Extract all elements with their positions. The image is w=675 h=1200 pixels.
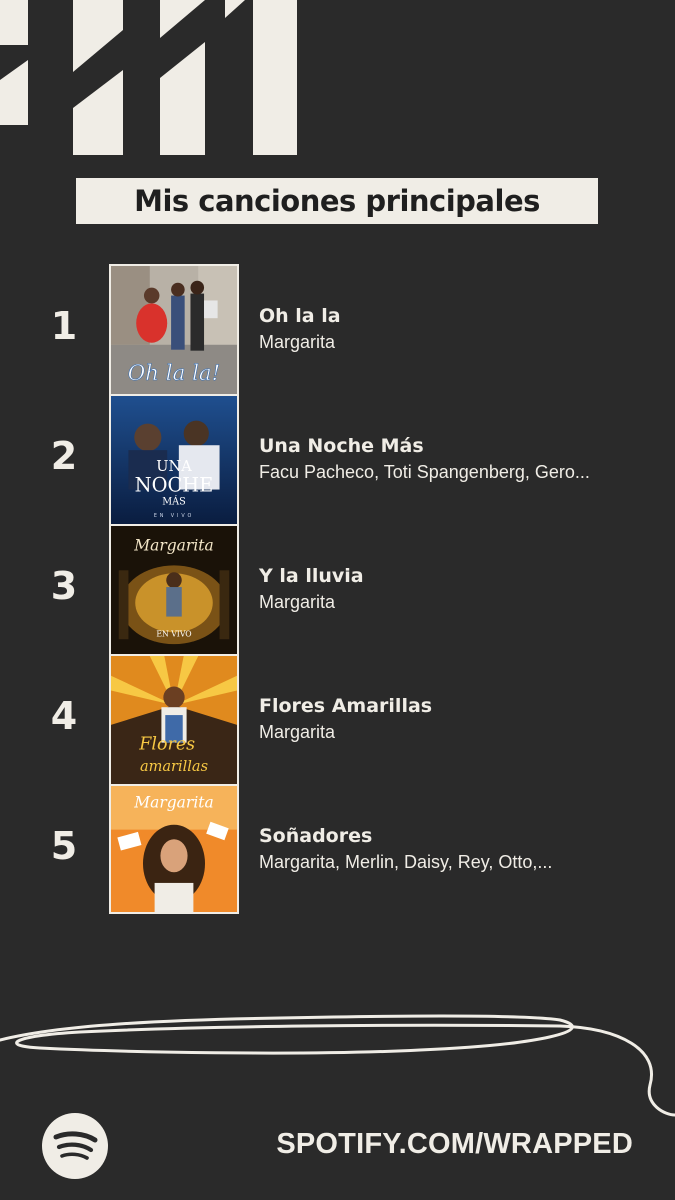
cover-text: amarillas: [140, 758, 209, 775]
cover-text: Margarita: [133, 535, 214, 554]
song-artist: Margarita: [259, 592, 336, 612]
song-title: Una Noche Más: [259, 435, 424, 457]
song-artist: Facu Pacheco, Toti Spangenberg, Gero...: [259, 462, 590, 482]
track-info: Flores Amarillas Margarita: [259, 694, 659, 744]
track-item[interactable]: 3 Margarita EN VIVO Y la lluvia Margarit…: [0, 524, 675, 654]
track-item[interactable]: 4 Flores amarillas Flores Amarillas Marg…: [0, 654, 675, 784]
cover-text: EN VIVO: [154, 513, 194, 519]
cover-text: EN VIVO: [156, 629, 191, 638]
cover-text: Oh la la!: [128, 361, 220, 386]
song-artist: Margarita, Merlin, Daisy, Rey, Otto,...: [259, 852, 553, 872]
track-cover-art: UNA NOCHE MÁS EN VIVO: [109, 394, 239, 524]
song-title: Oh la la: [259, 305, 341, 327]
song-title: Soñadores: [259, 825, 373, 847]
track-rank: 1: [50, 304, 78, 348]
track-item[interactable]: 5 Margarita Soñadores Margarita, Merlin,…: [0, 784, 675, 914]
track-item[interactable]: 2 UNA NOCHE MÁS EN VIVO Una Noche Más Fa…: [0, 394, 675, 524]
song-artist: Margarita: [259, 722, 336, 742]
checker-graphic: [0, 0, 310, 160]
track-cover-art: Margarita: [109, 784, 239, 914]
track-rank: 5: [50, 824, 78, 868]
cover-image-sonadores: Margarita: [111, 786, 237, 912]
page-title: Mis canciones principales: [134, 184, 540, 218]
track-info: Y la lluvia Margarita: [259, 564, 659, 614]
track-cover-art: Margarita EN VIVO: [109, 524, 239, 654]
song-title: Flores Amarillas: [259, 695, 433, 717]
cover-image-flores-amarillas: Flores amarillas: [111, 656, 237, 784]
track-info: Soñadores Margarita, Merlin, Daisy, Rey,…: [259, 824, 659, 874]
cover-image-oh-la-la: Oh la la!: [111, 266, 237, 394]
spotify-icon[interactable]: [42, 1113, 108, 1179]
cover-image-y-la-lluvia: Margarita EN VIVO: [111, 526, 237, 654]
track-info: Una Noche Más Facu Pacheco, Toti Spangen…: [259, 434, 659, 484]
track-item[interactable]: 1 Oh la la! Oh la la Margarita: [0, 264, 675, 394]
song-title: Y la lluvia: [259, 565, 364, 587]
track-rank: 4: [50, 694, 78, 738]
top-songs-list: 1 Oh la la! Oh la la Margarita 2 UNA NOC…: [0, 264, 675, 914]
cover-image-una-noche-mas: UNA NOCHE MÁS EN VIVO: [111, 396, 237, 524]
song-artist: Margarita: [259, 332, 336, 352]
track-info: Oh la la Margarita: [259, 304, 659, 354]
swirl-line-decoration: [0, 1014, 675, 1117]
cover-text: UNA: [156, 458, 192, 475]
cover-text: MÁS: [162, 495, 186, 507]
cover-text: Margarita: [133, 793, 214, 811]
track-cover-art: Flores amarillas: [109, 654, 239, 784]
cover-text: Flores: [138, 734, 195, 754]
track-rank: 2: [50, 434, 78, 478]
wrapped-story-card: Mis canciones principales 1 Oh la la! Oh…: [0, 0, 675, 1200]
track-rank: 3: [50, 564, 78, 608]
cover-text: NOCHE: [135, 473, 214, 496]
footer-url-link[interactable]: SPOTIFY.COM/WRAPPED: [276, 1128, 633, 1161]
track-cover-art: Oh la la!: [109, 264, 239, 394]
title-banner: Mis canciones principales: [76, 178, 598, 224]
